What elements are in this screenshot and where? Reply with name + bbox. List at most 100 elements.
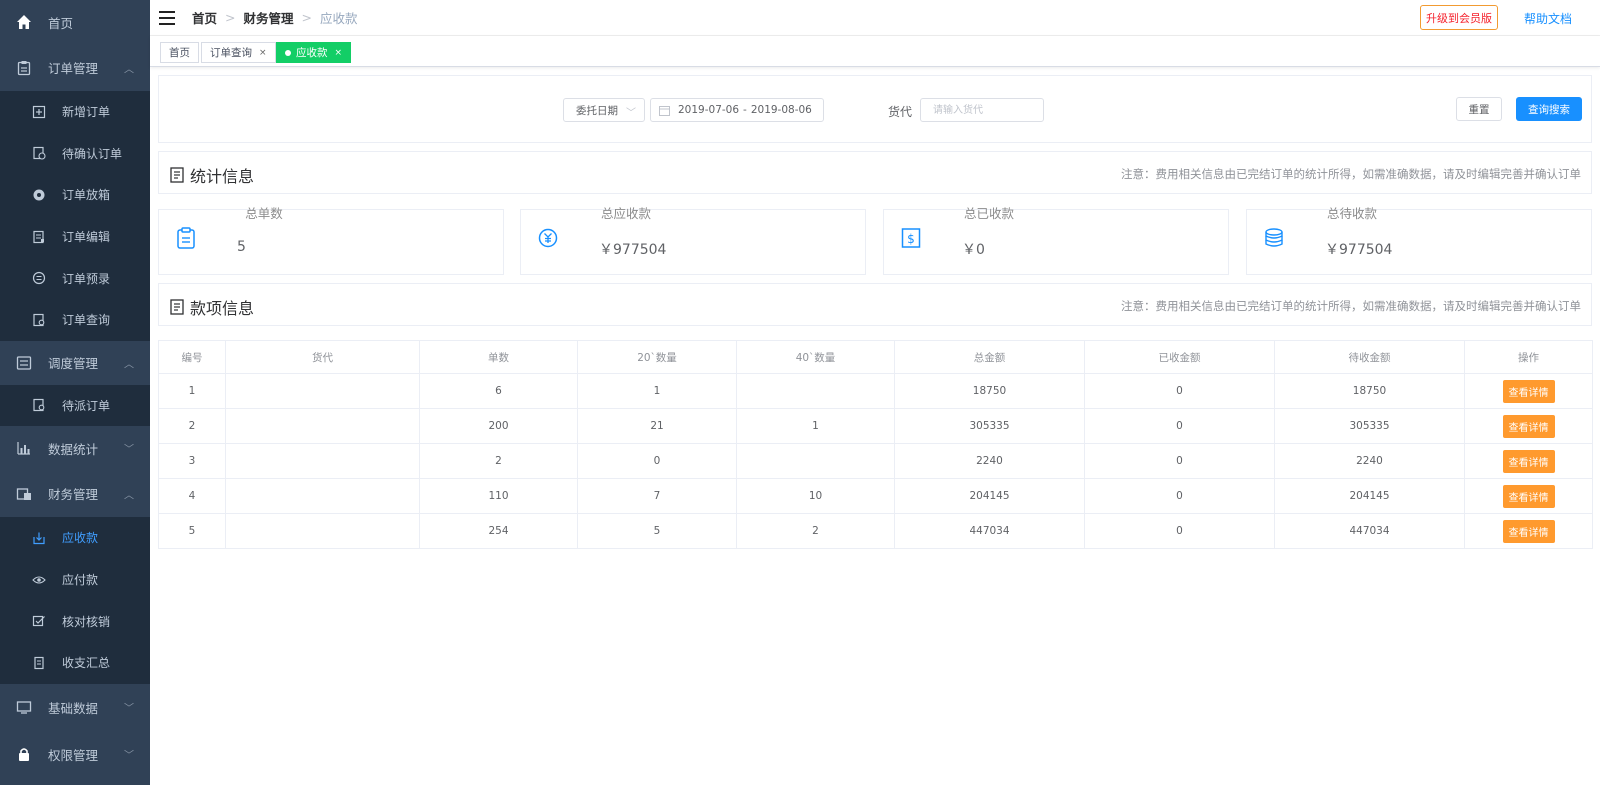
cell-received: 0 xyxy=(1084,478,1275,514)
submenu-new-order[interactable]: 新增订单 xyxy=(0,91,150,133)
view-detail-button[interactable]: 查看详情 xyxy=(1502,414,1555,438)
clipboard-icon xyxy=(16,60,32,76)
hamburger-menu-icon[interactable] xyxy=(159,10,175,25)
cell-orders: 6 xyxy=(419,373,578,409)
date-type-select[interactable]: 委托日期 ﹀ xyxy=(563,98,645,122)
menu-data-statistics-label: 数据统计 xyxy=(48,441,99,457)
cell-total: 305335 xyxy=(894,408,1085,444)
cell-orders: 254 xyxy=(419,513,578,549)
view-detail-button[interactable]: 查看详情 xyxy=(1502,519,1555,543)
menu-finance-management[interactable]: 财务管理 ︿ xyxy=(0,470,150,517)
stat-label: 总待收款 xyxy=(1326,206,1377,221)
col-header: 40`数量 xyxy=(736,340,895,374)
cell-20ft: 21 xyxy=(577,408,737,444)
cell-id: 5 xyxy=(158,513,226,549)
tag-order-query[interactable]: 订单查询 × xyxy=(201,42,276,63)
table-row: 5 254 5 2 447034 0 447034 查看详情 xyxy=(158,513,1593,549)
table-row: 3 2 0 2240 0 2240 查看详情 xyxy=(158,443,1593,479)
view-detail-button[interactable]: 查看详情 xyxy=(1502,379,1555,403)
upgrade-member-button[interactable]: 升级到会员版 xyxy=(1420,5,1498,30)
submenu-payables[interactable]: 应付款 xyxy=(0,558,150,601)
tag-home[interactable]: 首页 xyxy=(160,42,199,63)
cell-pending: 447034 xyxy=(1274,513,1465,549)
col-header: 单数 xyxy=(419,340,578,374)
document-check-icon xyxy=(32,146,46,160)
stats-section-note: 注意：费用相关信息由已完结订单的统计所得，如需准确数据，请及时编辑完善并确认订单 xyxy=(1121,167,1581,181)
edit-document-icon xyxy=(32,230,46,244)
chevron-down-icon: ﹀ xyxy=(124,703,134,715)
submenu-order-prerecord[interactable]: 订单预录 xyxy=(0,257,150,299)
view-detail-button[interactable]: 查看详情 xyxy=(1502,449,1555,473)
search-form: 委托日期 ﹀ 2019-07-06 - 2019-08-06 货代 重置 查询搜… xyxy=(158,75,1592,143)
cell-id: 3 xyxy=(158,443,226,479)
submenu-pending-dispatch[interactable]: 待派订单 xyxy=(0,384,150,427)
cell-action: 查看详情 xyxy=(1464,513,1593,549)
submenu-order-edit-label: 订单编辑 xyxy=(62,230,111,245)
cell-40ft: 1 xyxy=(736,408,895,444)
cell-forwarder xyxy=(225,408,420,444)
view-detail-button[interactable]: 查看详情 xyxy=(1502,484,1555,508)
active-dot-icon xyxy=(285,49,291,56)
submenu-reconcile[interactable]: 核对核销 xyxy=(0,600,150,642)
submenu-order-query[interactable]: 订单查询 xyxy=(0,298,150,341)
forwarder-input[interactable] xyxy=(920,98,1044,122)
yuan-coin-icon xyxy=(538,228,558,248)
menu-order-management[interactable]: 订单管理 ︿ xyxy=(0,44,150,91)
cell-40ft xyxy=(736,373,895,409)
tag-receivables-label: 应收款 xyxy=(296,47,328,59)
menu-home[interactable]: 首页 xyxy=(0,0,150,44)
cell-20ft: 7 xyxy=(577,478,737,514)
reset-button[interactable]: 重置 xyxy=(1456,97,1502,121)
breadcrumb-home[interactable]: 首页 xyxy=(192,8,217,27)
help-docs-link[interactable]: 帮助文档 xyxy=(1524,10,1572,27)
submenu-order-release[interactable]: 订单放箱 xyxy=(0,174,150,216)
gear-circle-icon xyxy=(32,188,46,202)
close-icon[interactable]: × xyxy=(335,48,343,58)
chevron-down-icon: ﹀ xyxy=(124,444,134,456)
table-row: 4 110 7 10 204145 0 204145 查看详情 xyxy=(158,478,1593,514)
list-circle-icon xyxy=(32,271,46,285)
receipt-icon xyxy=(32,656,46,670)
menu-basic-data[interactable]: 基础数据 ﹀ xyxy=(0,684,150,731)
table-row: 1 6 1 18750 0 18750 查看详情 xyxy=(158,373,1593,409)
payment-section-title-text: 款项信息 xyxy=(190,299,255,318)
cell-forwarder xyxy=(225,478,420,514)
cell-40ft xyxy=(736,443,895,479)
chevron-up-icon: ︿ xyxy=(124,64,134,75)
cell-orders: 200 xyxy=(419,408,578,444)
dollar-box-icon: $ xyxy=(901,228,921,248)
date-range-picker[interactable]: 2019-07-06 - 2019-08-06 xyxy=(650,98,824,122)
download-box-icon xyxy=(32,531,46,545)
submenu-income-summary[interactable]: 收支汇总 xyxy=(0,641,150,684)
menu-dispatch-management[interactable]: 调度管理 ︿ xyxy=(0,341,150,385)
breadcrumb-separator: > xyxy=(301,10,312,25)
submenu-order-edit[interactable]: 订单编辑 xyxy=(0,215,150,258)
search-button[interactable]: 查询搜索 xyxy=(1516,97,1582,121)
submenu-pending-confirm[interactable]: 待确认订单 xyxy=(0,132,150,175)
breadcrumb-finance[interactable]: 财务管理 xyxy=(244,8,294,27)
col-header: 总金额 xyxy=(894,340,1085,374)
cell-orders: 110 xyxy=(419,478,578,514)
home-icon xyxy=(16,14,32,30)
close-icon[interactable]: × xyxy=(259,48,267,58)
menu-permission-management[interactable]: 权限管理 ﹀ xyxy=(0,731,150,778)
top-navbar: 首页 > 财务管理 > 应收款 升级到会员版 帮助文档 xyxy=(150,0,1600,36)
tag-home-label: 首页 xyxy=(169,47,190,59)
date-end: 2019-08-06 xyxy=(750,104,812,116)
tag-receivables[interactable]: 应收款 × xyxy=(276,42,352,63)
cell-pending: 2240 xyxy=(1274,443,1465,479)
cell-received: 0 xyxy=(1084,408,1275,444)
menu-data-statistics[interactable]: 数据统计 ﹀ xyxy=(0,426,150,470)
cell-action: 查看详情 xyxy=(1464,408,1593,444)
cell-id: 1 xyxy=(158,373,226,409)
stats-section-header: 统计信息 注意：费用相关信息由已完结订单的统计所得，如需准确数据，请及时编辑完善… xyxy=(158,151,1592,194)
table-header-row: 编号 货代 单数 20`数量 40`数量 总金额 已收金额 待收金额 操作 xyxy=(158,340,1593,374)
stats-section-title: 统计信息 xyxy=(170,163,254,187)
cell-action: 查看详情 xyxy=(1464,478,1593,514)
bar-chart-icon xyxy=(16,440,32,456)
cell-20ft: 0 xyxy=(577,443,737,479)
submenu-receivables[interactable]: 应收款 xyxy=(0,517,150,559)
stats-section-title-text: 统计信息 xyxy=(190,167,255,186)
cell-total: 204145 xyxy=(894,478,1085,514)
date-start: 2019-07-06 xyxy=(678,104,740,116)
